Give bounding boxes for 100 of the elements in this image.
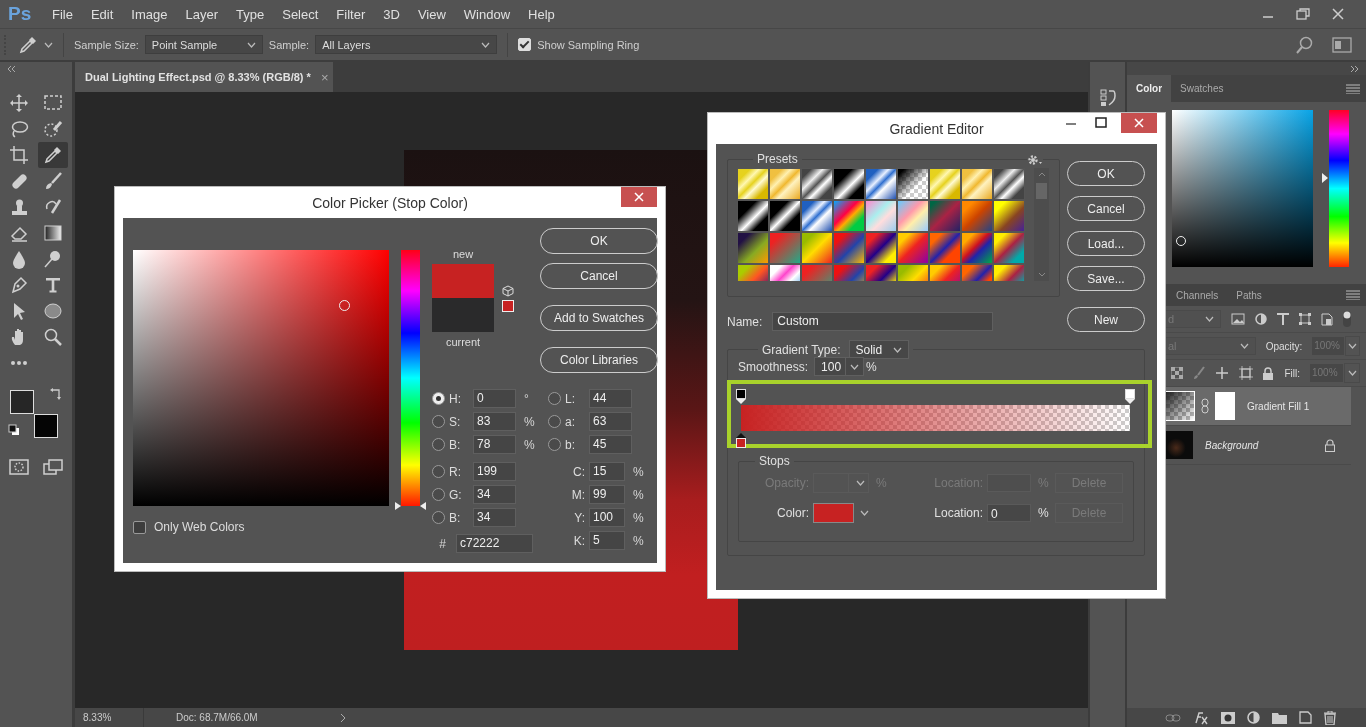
radio-button[interactable]: [432, 488, 445, 501]
gradient-preset[interactable]: [865, 168, 897, 200]
button[interactable]: Save...: [1067, 266, 1145, 291]
input-field[interactable]: 34: [473, 485, 516, 504]
quick-mask-icon[interactable]: [9, 457, 29, 477]
gradient-preset[interactable]: [769, 200, 801, 232]
panel-tab[interactable]: Swatches: [1171, 75, 1233, 102]
maximize-icon[interactable]: [1095, 117, 1107, 129]
radio-button[interactable]: [548, 438, 561, 451]
menu-icon[interactable]: [1346, 290, 1360, 300]
trash-icon[interactable]: [1324, 710, 1336, 725]
gradient-preset[interactable]: [865, 232, 897, 264]
hex-field[interactable]: c72222: [456, 534, 533, 553]
fx-icon[interactable]: [1193, 710, 1209, 725]
brush-icon[interactable]: [43, 171, 63, 191]
menu-item[interactable]: Edit: [81, 6, 123, 22]
scrollbar-thumb[interactable]: [1036, 183, 1047, 199]
gradient-preset[interactable]: [993, 232, 1025, 264]
gradient-preset[interactable]: [993, 200, 1025, 232]
history-icon[interactable]: [1099, 88, 1116, 108]
button[interactable]: Cancel: [1067, 196, 1145, 221]
gradient-preset[interactable]: [801, 200, 833, 232]
scrollbar[interactable]: [1034, 168, 1049, 281]
input-field[interactable]: 0: [473, 389, 516, 408]
color-field[interactable]: [1172, 110, 1313, 267]
caret-icon[interactable]: [481, 41, 491, 48]
gradient-preset[interactable]: [833, 168, 865, 200]
input-field[interactable]: 15: [589, 462, 625, 481]
adjustment-icon[interactable]: [1247, 711, 1260, 724]
input-field[interactable]: 34: [473, 508, 516, 527]
sample-size-dropdown[interactable]: Point Sample: [144, 35, 263, 54]
menu-item[interactable]: File: [43, 6, 82, 22]
close-tab-button[interactable]: ×: [320, 69, 329, 85]
gradient-preset[interactable]: [737, 232, 769, 264]
gradient-preset[interactable]: [801, 168, 833, 200]
caret-icon[interactable]: [44, 41, 53, 48]
menu-item[interactable]: View: [408, 6, 455, 22]
menu-item[interactable]: Image: [122, 6, 177, 22]
input-field[interactable]: 45: [589, 435, 632, 454]
gradient-preset[interactable]: [961, 232, 993, 264]
stop-color-swatch[interactable]: [813, 503, 854, 523]
dotted-brush-icon[interactable]: [43, 119, 63, 139]
gradient-preset[interactable]: [769, 168, 801, 200]
input-field[interactable]: 100: [589, 508, 625, 527]
out-of-gamut-swatch[interactable]: [502, 300, 514, 312]
slider-thumb-icon[interactable]: [1322, 172, 1328, 183]
close-button[interactable]: [1121, 113, 1157, 133]
panel-tab[interactable]: Channels: [1167, 284, 1228, 306]
input-field[interactable]: 63: [589, 412, 632, 431]
image-filter-icon[interactable]: [1231, 313, 1245, 325]
lock-pixels-icon[interactable]: [1171, 367, 1183, 379]
opacity-field[interactable]: [813, 473, 869, 493]
caret-icon[interactable]: [1347, 343, 1357, 349]
move-icon[interactable]: [9, 93, 29, 113]
menu-item[interactable]: Type: [227, 6, 274, 22]
button[interactable]: Add to Swatches: [540, 305, 658, 331]
button[interactable]: Cancel: [540, 263, 658, 289]
menu-item[interactable]: 3D: [374, 6, 409, 22]
radio-button[interactable]: [432, 511, 445, 524]
tool-button[interactable]: [38, 142, 68, 168]
gradient-preset[interactable]: [897, 168, 929, 200]
checkbox[interactable]: [133, 520, 146, 534]
dashed-rectangle-icon[interactable]: [43, 93, 63, 113]
gradient-preset[interactable]: [737, 168, 769, 200]
caret-icon[interactable]: [860, 510, 869, 516]
button[interactable]: New: [1067, 307, 1145, 332]
gradient-type-dropdown[interactable]: Solid: [848, 340, 909, 359]
panel-tab[interactable]: Paths: [1227, 284, 1271, 306]
caret-icon[interactable]: [850, 363, 860, 370]
button[interactable]: OK: [540, 228, 658, 254]
move-icon[interactable]: [1215, 366, 1229, 380]
lock-icon[interactable]: [1263, 366, 1273, 380]
eyedropper-icon[interactable]: [43, 145, 63, 165]
ellipse-icon[interactable]: [43, 301, 63, 321]
folder-icon[interactable]: [1272, 711, 1287, 724]
close-icon[interactable]: [1332, 8, 1344, 20]
mask-icon[interactable]: [1221, 711, 1235, 724]
expand-icon[interactable]: [1350, 64, 1360, 73]
slider-thumb-icon[interactable]: [395, 502, 401, 510]
radio-button[interactable]: [432, 465, 445, 478]
saturation-brightness-field[interactable]: [133, 250, 389, 506]
gradient-preset[interactable]: [961, 168, 993, 200]
lasso-icon[interactable]: [9, 119, 29, 139]
crop-icon[interactable]: [9, 145, 29, 165]
dropdown-button[interactable]: [1344, 336, 1360, 356]
foreground-color-swatch[interactable]: [10, 390, 34, 414]
cube-icon[interactable]: [502, 285, 514, 297]
chevron-right-icon[interactable]: [339, 712, 346, 723]
panel-tab[interactable]: Color: [1127, 75, 1172, 102]
zoom-field[interactable]: 8.33%: [75, 708, 144, 727]
restore-icon[interactable]: [1296, 8, 1310, 20]
input-field[interactable]: 44: [589, 389, 632, 408]
dropdown-button[interactable]: [1344, 363, 1360, 383]
sample-dropdown[interactable]: All Layers: [315, 35, 498, 54]
current-color-swatch[interactable]: [432, 298, 494, 332]
name-field[interactable]: Custom: [772, 312, 994, 331]
gradient-preset[interactable]: [993, 168, 1025, 200]
type-icon[interactable]: [43, 275, 63, 295]
gradient-preset[interactable]: [737, 200, 769, 232]
gradient-preset[interactable]: [929, 168, 961, 200]
